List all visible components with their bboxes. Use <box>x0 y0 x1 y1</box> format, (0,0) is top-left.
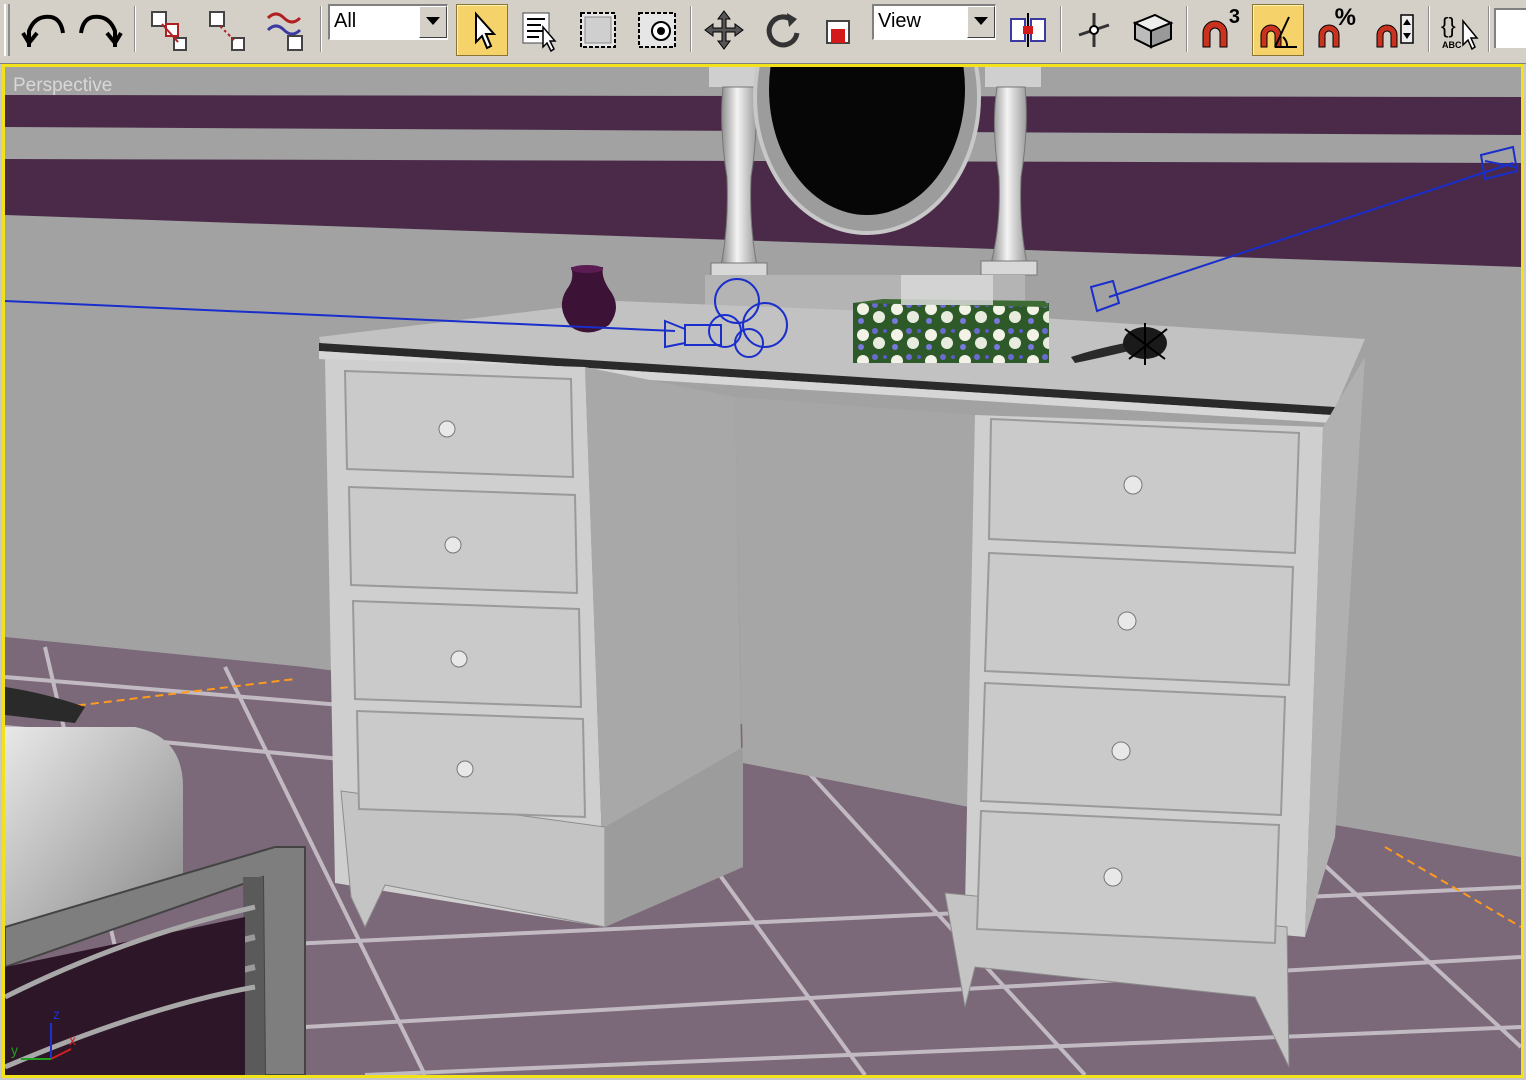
toolbar-separator <box>134 6 136 52</box>
redo-button[interactable] <box>74 4 126 56</box>
scale-icon <box>826 20 850 44</box>
selection-filter-value: All <box>334 10 357 32</box>
toolbar-separator <box>1060 6 1062 52</box>
snap-mode-label: 3 <box>1228 6 1240 28</box>
axis-label-x: x <box>69 1032 76 1048</box>
rect-selection-icon <box>580 12 616 48</box>
select-and-manipulate-button[interactable] <box>1068 4 1120 56</box>
toolbar-separator <box>320 6 322 52</box>
bind-to-space-warp-button[interactable] <box>260 4 312 56</box>
toolbar-separator <box>1186 6 1188 52</box>
redo-icon <box>79 14 123 47</box>
rectangular-selection-button[interactable] <box>572 4 624 56</box>
selection-filter-dropdown[interactable]: All <box>328 4 448 40</box>
spinner-snap-toggle-button[interactable] <box>1368 4 1420 56</box>
desk-knee-back <box>735 397 975 807</box>
percent-snap-toggle-button[interactable]: % <box>1310 4 1362 56</box>
select-and-rotate-button[interactable] <box>756 4 808 56</box>
toolbar-separator <box>1488 6 1490 52</box>
axis-label-z: z <box>53 1006 60 1022</box>
window-crossing-icon <box>638 12 676 48</box>
select-object-button[interactable] <box>456 4 508 56</box>
named-selection-label: ABC <box>1442 40 1462 50</box>
toolbar-separator <box>1428 6 1430 52</box>
use-pivot-point-center-button[interactable] <box>1002 4 1054 56</box>
unlink-selection-button[interactable] <box>200 4 252 56</box>
unlink-icon <box>209 11 245 51</box>
reference-coordinate-dropdown[interactable]: View <box>872 4 996 40</box>
select-by-name-button[interactable] <box>514 4 566 56</box>
undo-button[interactable] <box>18 4 70 56</box>
chevron-down-icon[interactable] <box>967 6 995 38</box>
select-by-name-icon <box>522 12 557 53</box>
percent-snap-label: % <box>1334 4 1356 31</box>
reference-coordinate-value: View <box>878 10 921 32</box>
angle-snap-toggle-button[interactable] <box>1252 4 1304 56</box>
space-warp-icon <box>266 12 303 51</box>
pivot-center-icon <box>1010 13 1046 47</box>
keyboard-shortcut-override-button[interactable] <box>1126 4 1178 56</box>
perspective-viewport[interactable]: Perspective z x y <box>2 64 1524 1078</box>
chevron-down-icon[interactable] <box>419 6 447 38</box>
rotate-icon <box>766 13 800 48</box>
viewport-label[interactable]: Perspective <box>13 75 112 97</box>
main-toolbar: All View 3 % {} ABC <box>0 0 1526 64</box>
spinner-snap-icon <box>1376 14 1414 48</box>
select-and-scale-button[interactable] <box>814 4 866 56</box>
edit-named-selection-sets-button[interactable]: {} ABC <box>1434 4 1486 56</box>
toolbar-grip[interactable] <box>4 4 10 56</box>
keyboard-override-icon <box>1132 13 1174 49</box>
snaps-toggle-button[interactable]: 3 <box>1192 4 1244 56</box>
link-icon <box>151 11 187 51</box>
scene-render <box>5 67 1521 1075</box>
window-crossing-button[interactable] <box>632 4 684 56</box>
cursor-arrow-icon <box>475 11 497 50</box>
select-and-move-button[interactable] <box>698 4 750 56</box>
select-and-link-button[interactable] <box>142 4 194 56</box>
move-icon <box>704 10 744 50</box>
toolbar-separator <box>690 6 692 52</box>
angle-snap-icon <box>1260 16 1297 48</box>
undo-icon <box>21 14 65 47</box>
manipulate-icon <box>1078 13 1110 47</box>
svg-text:{}: {} <box>1441 13 1456 38</box>
axis-label-y: y <box>11 1042 18 1058</box>
named-selection-input[interactable] <box>1494 8 1526 48</box>
axis-tripod: z x y <box>11 1006 76 1060</box>
